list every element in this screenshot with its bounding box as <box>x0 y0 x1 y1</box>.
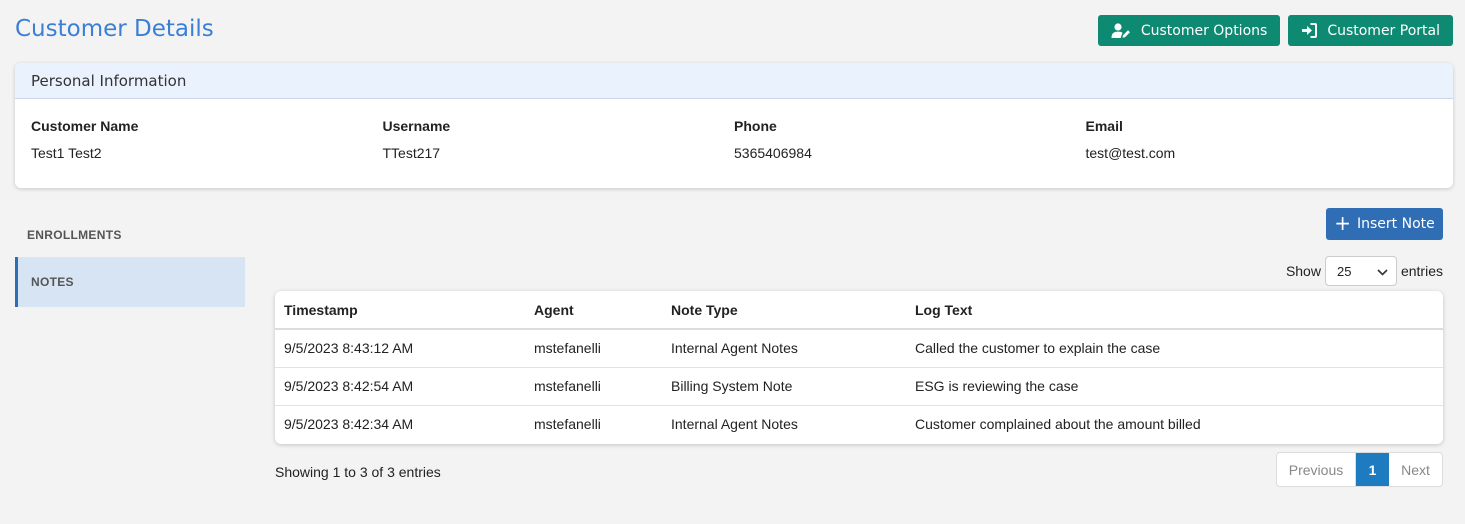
cell-agent: mstefanelli <box>525 329 662 368</box>
pagination: Previous 1 Next <box>1276 452 1443 487</box>
username-label: Username <box>382 118 451 134</box>
customer-options-button[interactable]: Customer Options <box>1097 15 1281 46</box>
personal-information-fields: Customer Name Test1 Test2 Username TTest… <box>15 99 1453 161</box>
table-row: 9/5/2023 8:42:34 AM mstefanelli Internal… <box>275 405 1443 443</box>
phone-value: 5365406984 <box>734 145 812 161</box>
chevron-down-icon <box>1377 264 1388 279</box>
pagination-page-1[interactable]: 1 <box>1356 453 1389 486</box>
cell-note-type: Internal Agent Notes <box>671 416 798 433</box>
cell-agent: mstefanelli <box>534 416 601 433</box>
plus-icon: + <box>1334 211 1351 235</box>
header-actions: Customer Options Customer Portal <box>1097 15 1453 46</box>
insert-note-label: Insert Note <box>1357 216 1435 232</box>
phone-field: Phone 5365406984 <box>734 118 1086 161</box>
table-row: 9/5/2023 8:43:12 AM mstefanelli Internal… <box>275 329 1443 368</box>
insert-note-button[interactable]: + Insert Note <box>1326 208 1443 240</box>
personal-information-card: Personal Information Customer Name Test1… <box>15 63 1453 188</box>
length-prefix: Show <box>1285 263 1321 279</box>
nav-item-enrollments[interactable]: ENROLLMENTS <box>15 210 245 260</box>
cell-agent: mstefanelli <box>525 367 662 406</box>
personal-information-heading: Personal Information <box>15 63 1453 99</box>
notes-table: Timestamp Agent Note Type Log Text 9/5/2… <box>275 291 1443 443</box>
customer-name-value: Test1 Test2 <box>31 145 102 161</box>
table-header-row: Timestamp Agent Note Type Log Text <box>275 291 1443 330</box>
column-header-timestamp[interactable]: Timestamp <box>275 291 525 330</box>
cell-note-type: Internal Agent Notes <box>662 329 906 368</box>
entries-per-page-select[interactable]: 25 <box>1324 256 1397 286</box>
sign-in-icon <box>1301 23 1318 38</box>
column-header-note-type[interactable]: Note Type <box>662 291 906 330</box>
column-header-log-text[interactable]: Log Text <box>906 291 1443 330</box>
customer-options-label: Customer Options <box>1140 22 1268 39</box>
length-suffix: entries <box>1400 263 1443 279</box>
customer-name-field: Customer Name Test1 Test2 <box>31 118 383 161</box>
phone-label: Phone <box>734 118 777 134</box>
email-value: test@test.com <box>1085 145 1176 161</box>
table-info: Showing 1 to 3 of 3 entries <box>275 464 441 480</box>
cell-timestamp: 9/5/2023 8:42:54 AM <box>275 367 525 406</box>
pagination-previous[interactable]: Previous <box>1277 453 1356 486</box>
cell-log-text: Customer complained about the amount bil… <box>915 416 1201 433</box>
nav-item-notes[interactable]: NOTES <box>15 257 245 307</box>
entries-per-page-value: 25 <box>1336 263 1352 279</box>
pagination-next[interactable]: Next <box>1389 453 1442 486</box>
email-field: Email test@test.com <box>1086 118 1438 161</box>
cell-timestamp: 9/5/2023 8:43:12 AM <box>275 329 525 368</box>
cell-note-type: Billing System Note <box>662 367 906 406</box>
section-nav: ENROLLMENTS NOTES <box>15 210 245 307</box>
username-value: TTest217 <box>382 145 441 161</box>
customer-portal-button[interactable]: Customer Portal <box>1288 15 1453 46</box>
cell-timestamp: 9/5/2023 8:42:34 AM <box>284 416 414 433</box>
table-row: 9/5/2023 8:42:54 AM mstefanelli Billing … <box>275 367 1443 406</box>
cell-log-text: ESG is reviewing the case <box>906 367 1443 406</box>
page-title: Customer Details <box>15 16 214 42</box>
user-edit-icon <box>1111 22 1131 39</box>
email-label: Email <box>1085 118 1123 134</box>
username-field: Username TTest217 <box>383 118 735 161</box>
customer-name-label: Customer Name <box>31 118 139 134</box>
customer-portal-label: Customer Portal <box>1327 22 1440 39</box>
entries-length-control: Show 25 entries <box>1286 256 1443 286</box>
notes-table-card: Timestamp Agent Note Type Log Text 9/5/2… <box>275 291 1443 444</box>
column-header-agent[interactable]: Agent <box>525 291 662 330</box>
cell-log-text: Called the customer to explain the case <box>906 329 1443 368</box>
